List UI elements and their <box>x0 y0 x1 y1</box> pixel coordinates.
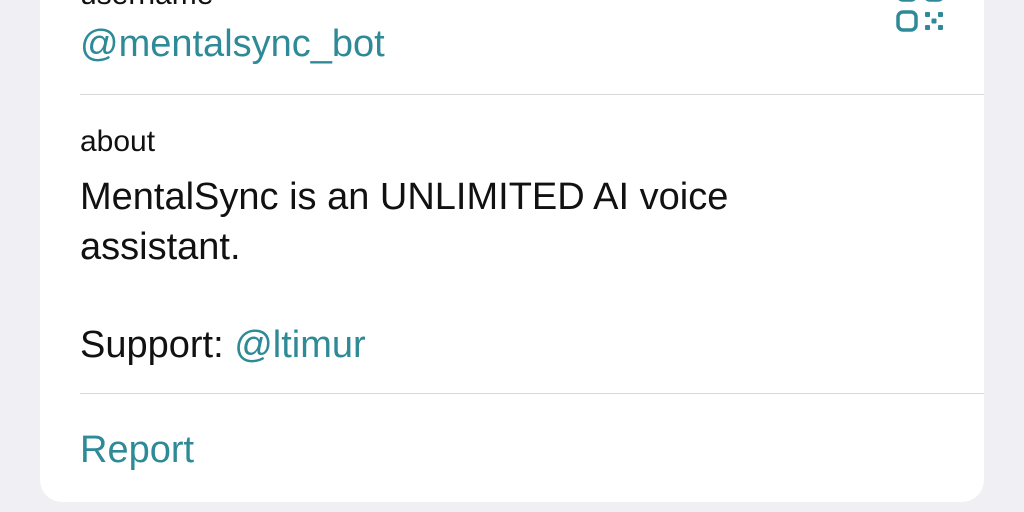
divider <box>80 94 984 95</box>
report-button[interactable]: Report <box>80 425 194 475</box>
username-caption: username <box>80 0 213 12</box>
support-link[interactable]: @ltimur <box>234 324 365 366</box>
divider <box>80 393 984 394</box>
about-caption: about <box>80 125 156 158</box>
support-line: Support: @ltimur <box>80 320 366 370</box>
about-text: MentalSync is an UNLIMITED AI voice assi… <box>80 176 729 268</box>
support-label: Support: <box>80 324 235 366</box>
username-value[interactable]: @mentalsync_bot <box>80 22 385 66</box>
qr-code-icon[interactable] <box>894 0 950 42</box>
bot-info-card: username @mentalsync_bot about MentalSyn… <box>40 0 984 502</box>
